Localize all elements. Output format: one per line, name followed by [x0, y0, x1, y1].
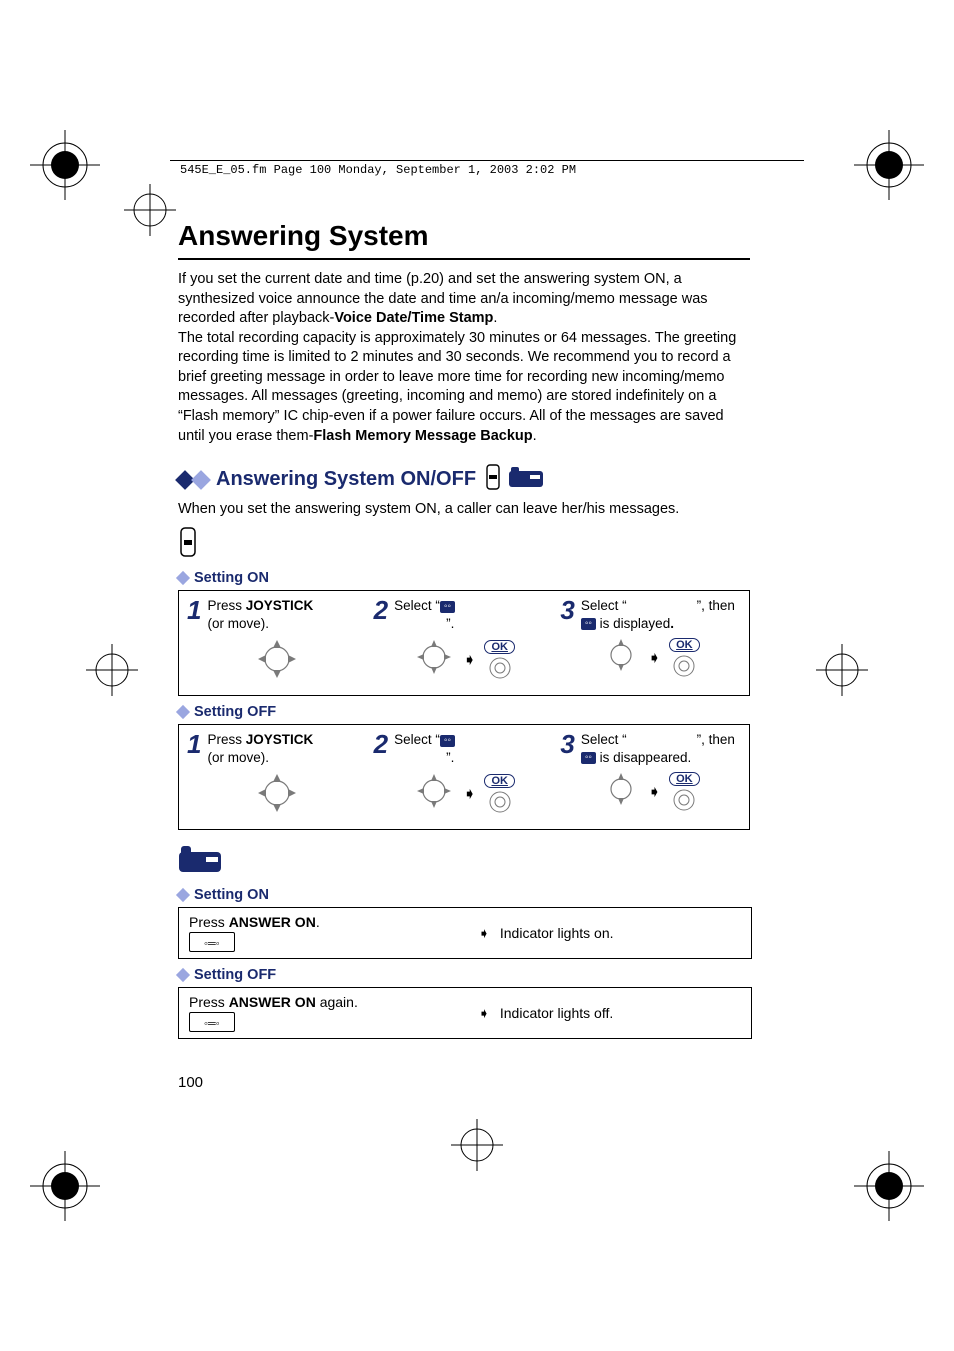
- step-number: 3: [560, 731, 574, 757]
- joystick-icon: [254, 770, 300, 821]
- answer-on-button-icon: ◦═◦: [189, 932, 235, 952]
- crosshair-icon: [447, 1115, 507, 1175]
- crosshair-icon: [82, 640, 142, 700]
- registration-mark-icon: [854, 130, 924, 200]
- joystick-icon: [413, 770, 455, 817]
- step-text: Select “”, then ◦◦ is displayed.: [581, 597, 741, 632]
- step-text: Press JOYSTICK(or move).: [207, 597, 313, 632]
- subhead-label: Setting ON: [194, 887, 269, 903]
- tape-icon: ◦◦: [581, 618, 596, 630]
- page-title: Answering System: [178, 220, 750, 260]
- intro-paragraph-1: If you set the current date and time (p.…: [178, 270, 750, 446]
- instruction-text: Press ANSWER ON.: [189, 914, 320, 930]
- diamond-icon: [176, 705, 190, 719]
- arrow-right-icon: ➧: [478, 925, 490, 942]
- crosshair-icon: [120, 180, 180, 240]
- joystick-icon: [254, 636, 300, 687]
- page-number: 100: [178, 1074, 203, 1091]
- press-button-icon: [486, 790, 514, 814]
- section-title: Answering System ON/OFF: [216, 468, 476, 491]
- indicator-text: Indicator lights on.: [500, 925, 614, 941]
- text: .: [533, 428, 537, 444]
- diamond-icon: [176, 968, 190, 982]
- step-number: 2: [374, 731, 388, 757]
- bold-text: Flash Memory Message Backup: [313, 428, 532, 444]
- ok-button-group: OK: [669, 772, 700, 812]
- base-table: Press ANSWER ON. ◦═◦ ➧ Indicator lights …: [178, 907, 752, 959]
- arrow-right-icon: ➧: [478, 1005, 490, 1022]
- step-text: Select “◦◦”.: [394, 731, 455, 766]
- press-button-icon: [670, 654, 698, 678]
- base-table: Press ANSWER ON again. ◦═◦ ➧ Indicator l…: [178, 987, 752, 1039]
- crop-line: [170, 160, 804, 161]
- tape-icon: ◦◦: [581, 752, 596, 764]
- subheading-setting-on: Setting ON: [178, 887, 750, 903]
- step-number: 1: [187, 731, 201, 757]
- step-2: 2 Select “◦◦”. ➧ OK: [374, 597, 555, 687]
- step-number: 2: [374, 597, 388, 623]
- step-number: 1: [187, 597, 201, 623]
- registration-mark-icon: [30, 1151, 100, 1221]
- step-2: 2 Select “◦◦”. ➧ OK: [374, 731, 555, 821]
- registration-mark-icon: [30, 130, 100, 200]
- ok-pill: OK: [484, 640, 515, 654]
- base-unit-icon: [178, 844, 750, 879]
- diamond-icon: [176, 888, 190, 902]
- press-button-icon: [670, 788, 698, 812]
- step-3: 3 Select “”, then ◦◦ is disappeared. ➧ O…: [560, 731, 741, 821]
- diamond-bullet-icon: [178, 473, 208, 487]
- step-text: Select “”, then ◦◦ is disappeared.: [581, 731, 741, 766]
- section-heading: Answering System ON/OFF: [178, 464, 750, 495]
- bold-text: Voice Date/Time Stamp: [334, 310, 493, 326]
- section-subtext: When you set the answering system ON, a …: [178, 501, 750, 517]
- page: 545E_E_05.fm Page 100 Monday, September …: [0, 0, 954, 1351]
- arrow-right-icon: ➧: [648, 648, 661, 668]
- step-number: 3: [560, 597, 574, 623]
- instruction-text: Press ANSWER ON again.: [189, 994, 358, 1010]
- subheading-setting-on: Setting ON: [178, 570, 750, 586]
- table-row: Press ANSWER ON. ◦═◦ ➧ Indicator lights …: [179, 908, 751, 958]
- ok-pill: OK: [669, 638, 700, 652]
- press-button-icon: [486, 656, 514, 680]
- step-3: 3 Select “”, then ◦◦ is displayed. ➧ OK: [560, 597, 741, 687]
- subhead-label: Setting OFF: [194, 704, 276, 720]
- step-1: 1 Press JOYSTICK(or move).: [187, 731, 368, 821]
- subheading-setting-off: Setting OFF: [178, 704, 750, 720]
- steps-box: 1 Press JOYSTICK(or move). 2 Select “◦◦”…: [178, 590, 750, 696]
- steps-box: 1 Press JOYSTICK(or move). 2 Select “◦◦”…: [178, 724, 750, 830]
- indicator-text: Indicator lights off.: [500, 1005, 613, 1021]
- answer-on-button-icon: ◦═◦: [189, 1012, 235, 1032]
- crosshair-icon: [812, 640, 872, 700]
- step-text: Press JOYSTICK(or move).: [207, 731, 313, 766]
- ok-pill: OK: [669, 772, 700, 786]
- tape-icon: ◦◦: [440, 735, 455, 747]
- subhead-label: Setting ON: [194, 570, 269, 586]
- base-unit-icon: [508, 465, 544, 494]
- file-header-text: 545E_E_05.fm Page 100 Monday, September …: [180, 163, 576, 177]
- tape-icon: ◦◦: [440, 601, 455, 613]
- ok-button-group: OK: [484, 774, 515, 814]
- joystick-icon: [602, 636, 640, 679]
- text: The total recording capacity is approxim…: [178, 330, 736, 444]
- ok-button-group: OK: [484, 640, 515, 680]
- joystick-icon: [602, 770, 640, 813]
- step-1: 1 Press JOYSTICK(or move).: [187, 597, 368, 687]
- handset-icon: [178, 527, 750, 562]
- handset-icon: [484, 464, 502, 495]
- text: .: [493, 310, 497, 326]
- arrow-right-icon: ➧: [463, 650, 476, 670]
- page-content: Answering System If you set the current …: [178, 220, 750, 1039]
- registration-mark-icon: [854, 1151, 924, 1221]
- diamond-icon: [176, 571, 190, 585]
- subheading-setting-off: Setting OFF: [178, 967, 750, 983]
- arrow-right-icon: ➧: [648, 782, 661, 802]
- step-text: Select “◦◦”.: [394, 597, 455, 632]
- subhead-label: Setting OFF: [194, 967, 276, 983]
- ok-button-group: OK: [669, 638, 700, 678]
- table-row: Press ANSWER ON again. ◦═◦ ➧ Indicator l…: [179, 988, 751, 1038]
- joystick-icon: [413, 636, 455, 683]
- ok-pill: OK: [484, 774, 515, 788]
- arrow-right-icon: ➧: [463, 784, 476, 804]
